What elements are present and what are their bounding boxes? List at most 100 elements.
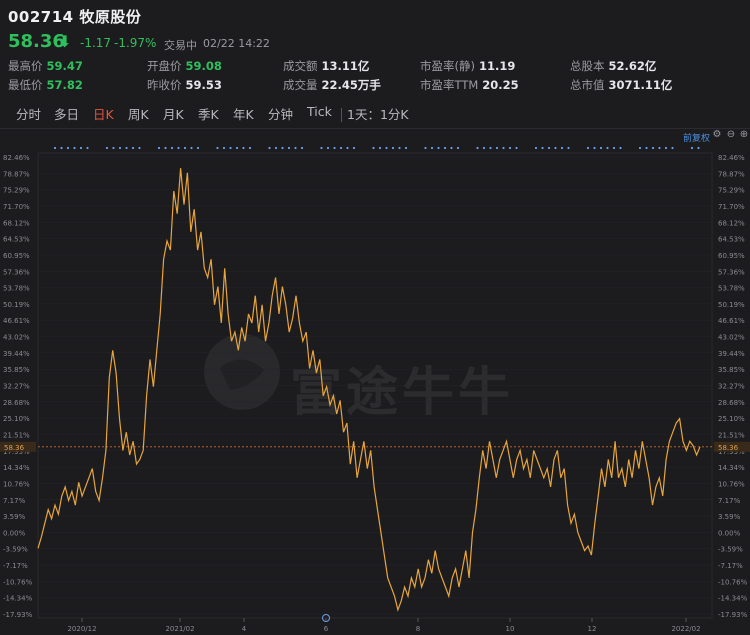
x-tick-label: 6: [324, 625, 329, 633]
event-marker-dot: [53, 146, 57, 150]
event-marker-dot: [274, 146, 278, 150]
event-marker-dot: [495, 146, 499, 150]
event-marker-dot: [567, 146, 570, 150]
event-marker-dot: [502, 146, 505, 150]
event-marker-dot: [450, 146, 453, 150]
event-marker-dot: [515, 146, 518, 150]
y-tick-label-right: 39.44%: [718, 350, 745, 358]
event-marker-dot: [638, 146, 642, 150]
y-tick-label-left: -3.59%: [3, 546, 28, 554]
current-label-left: 58.36: [4, 444, 25, 452]
event-marker-dot: [118, 146, 122, 150]
event-marker-dot: [612, 146, 616, 150]
event-marker-dot: [333, 146, 336, 150]
y-tick-label-right: 57.36%: [718, 268, 745, 276]
series-line: [37, 168, 701, 612]
x-tick-label: 2021/02: [165, 625, 194, 633]
y-tick-label-right: 53.78%: [718, 285, 745, 293]
event-marker-dot: [190, 146, 193, 150]
event-marker-dot: [196, 146, 200, 150]
event-marker-dot: [651, 146, 655, 150]
event-marker-dot: [294, 146, 297, 150]
y-tick-label-right: 50.19%: [718, 301, 745, 309]
x-tick-label: 10: [506, 625, 515, 633]
event-marker-dot: [60, 146, 63, 150]
event-marker-dot: [216, 146, 219, 150]
y-tick-label-right: -10.76%: [718, 578, 748, 586]
event-marker-dot: [456, 146, 460, 150]
event-marker-dot: [346, 146, 349, 150]
y-tick-label-right: 35.85%: [718, 366, 745, 374]
event-marker-dot: [112, 146, 115, 150]
y-tick-label-right: 28.68%: [718, 399, 745, 407]
y-tick-label-right: 25.10%: [718, 415, 745, 423]
event-marker-dot: [372, 146, 375, 150]
event-marker-dot: [164, 146, 167, 150]
y-tick-label-right: -14.34%: [718, 595, 748, 603]
y-tick-label-right: 64.53%: [718, 236, 745, 244]
y-tick-label-left: 64.53%: [3, 236, 30, 244]
y-tick-label-right: 43.02%: [718, 334, 745, 342]
event-marker-dot: [105, 146, 109, 150]
event-marker-dot: [73, 146, 76, 150]
y-tick-label-right: 7.17%: [718, 497, 741, 505]
y-tick-label-left: 7.17%: [3, 497, 26, 505]
y-tick-label-left: 68.12%: [3, 219, 30, 227]
event-marker-dot: [658, 146, 661, 150]
event-marker-dot: [326, 146, 330, 150]
y-tick-label-left: 53.78%: [3, 285, 30, 293]
event-marker-dot: [541, 146, 544, 150]
x-tick-label: 2022/02: [671, 625, 700, 633]
event-marker-dot: [79, 146, 83, 150]
y-tick-label-left: 3.59%: [3, 513, 26, 521]
x-tick-label: 4: [242, 625, 247, 633]
y-tick-label-left: -10.76%: [3, 578, 33, 586]
y-tick-label-right: 10.76%: [718, 480, 745, 488]
y-tick-label-right: 14.34%: [718, 464, 745, 472]
event-marker-dot: [593, 146, 596, 150]
event-marker-dot: [664, 146, 668, 150]
event-marker-dot: [352, 146, 356, 150]
event-marker-dot: [443, 146, 447, 150]
event-marker-dot: [554, 146, 557, 150]
y-tick-label-right: 3.59%: [718, 513, 741, 521]
event-marker-dot: [235, 146, 239, 150]
event-marker-dot: [339, 146, 343, 150]
event-marker-dot: [534, 146, 538, 150]
y-tick-label-right: 78.87%: [718, 170, 745, 178]
event-marker-dot: [222, 146, 226, 150]
event-marker-dot: [86, 146, 89, 150]
event-marker-dot: [671, 146, 674, 150]
event-marker-dot: [300, 146, 304, 150]
event-marker-dot: [586, 146, 590, 150]
y-tick-label-left: -17.93%: [3, 611, 33, 619]
y-tick-label-left: 75.29%: [3, 187, 30, 195]
y-tick-label-right: -7.17%: [718, 562, 743, 570]
y-tick-label-left: 35.85%: [3, 366, 30, 374]
event-marker-dot: [131, 146, 135, 150]
event-marker-dot: [183, 146, 187, 150]
x-tick-label: 12: [588, 625, 597, 633]
y-tick-label-left: 43.02%: [3, 334, 30, 342]
event-marker-dot: [508, 146, 512, 150]
event-marker-dot: [424, 146, 427, 150]
event-marker-dot: [385, 146, 388, 150]
event-marker-dot: [430, 146, 434, 150]
y-tick-label-left: 32.27%: [3, 383, 30, 391]
event-marker-dot: [281, 146, 284, 150]
event-marker-dot: [606, 146, 609, 150]
y-tick-label-right: 21.51%: [718, 431, 745, 439]
event-marker-dot: [547, 146, 551, 150]
y-tick-label-left: 71.70%: [3, 203, 30, 211]
event-marker-dot: [476, 146, 479, 150]
event-marker-dot: [248, 146, 252, 150]
event-marker-dot: [404, 146, 408, 150]
price-chart[interactable]: 82.46% 82.46% 78.87% 78.87% 75.29% 75.29% 71.7…: [0, 0, 750, 635]
y-tick-label-left: 78.87%: [3, 170, 30, 178]
event-marker-dot: [242, 146, 245, 150]
event-marker-dot: [482, 146, 486, 150]
y-tick-label-left: -7.17%: [3, 562, 28, 570]
event-marker-dot: [437, 146, 440, 150]
y-tick-label-right: 0.00%: [718, 529, 741, 537]
y-tick-label-left: 60.95%: [3, 252, 30, 260]
